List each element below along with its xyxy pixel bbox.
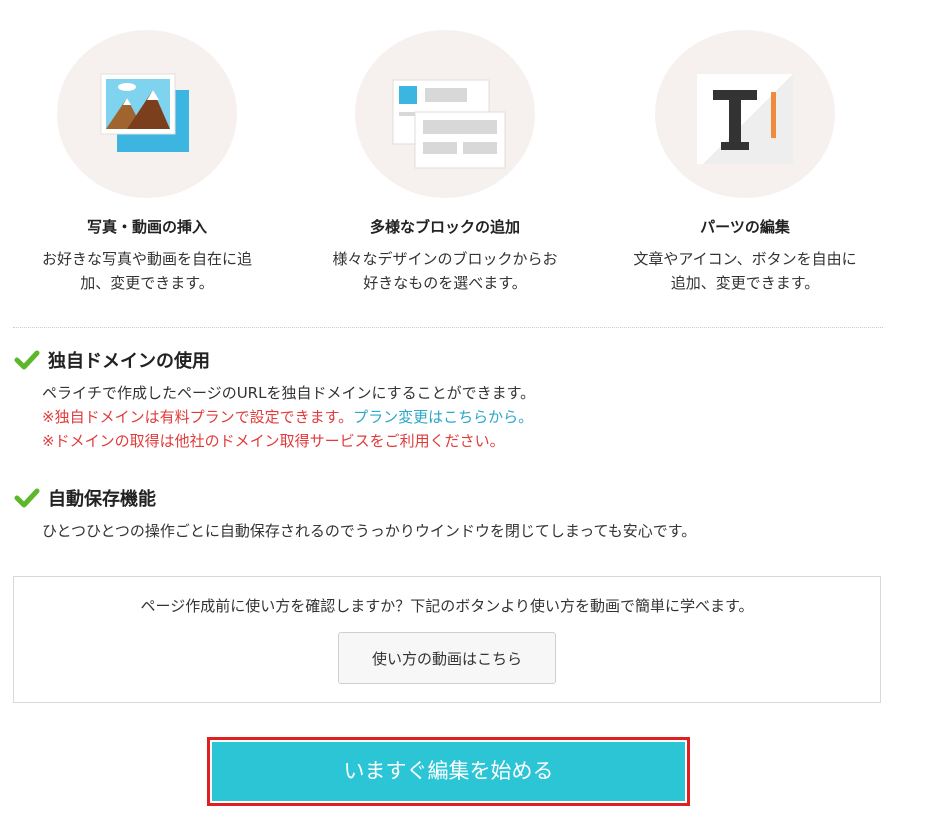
autosave-section: 自動保存機能 ひとつひとつの操作ごとに自動保存されるのでうっかりウインドウを閉じ… [14, 483, 894, 543]
feature-title: パーツの編集 [700, 218, 790, 236]
text-edit-icon [697, 74, 793, 164]
start-editing-button[interactable]: いますぐ編集を始める [212, 742, 685, 801]
feature-blocks: 多様なブロックの追加 様々なデザインのブロックからお 好きなものを選べます。 [300, 30, 590, 295]
checkmark-icon [14, 488, 40, 508]
howto-text: ページ作成前に使い方を確認しますか？下記のボタンより使い方を動画で簡単に学べます… [140, 597, 754, 615]
feature-parts-edit: パーツの編集 文章やアイコン、ボタンを自由に 追加、変更できます。 [600, 30, 890, 295]
howto-video-button[interactable]: 使い方の動画はこちら [338, 632, 556, 684]
checkmark-icon [14, 350, 40, 370]
plan-change-link[interactable]: プラン変更はこちらから。 [353, 408, 533, 426]
section-body: ひとつひとつの操作ごとに自動保存されるのでうっかりウインドウを閉じてしまっても安… [42, 522, 697, 540]
image-icon [100, 73, 189, 152]
feature-desc: 文章やアイコン、ボタンを自由に 追加、変更できます。 [633, 250, 857, 292]
feature-icon-circle [57, 30, 237, 198]
paid-plan-note: ※独自ドメインは有料プランで設定できます。 [42, 408, 354, 426]
feature-desc: お好きな写真や動画を自在に追 加、変更できます。 [41, 250, 252, 292]
section-title: 自動保存機能 [48, 489, 156, 510]
custom-domain-section: 独自ドメインの使用 ペライチで作成したページのURLを独自ドメインにすることがで… [14, 345, 894, 453]
feature-icon-circle [655, 30, 835, 198]
feature-title: 多様なブロックの追加 [369, 218, 520, 236]
domain-acquire-note: ※ドメインの取得は他社のドメイン取得サービスをご利用ください。 [42, 432, 505, 450]
feature-photo-video: 写真・動画の挿入 お好きな写真や動画を自在に追 加、変更できます。 [2, 30, 292, 295]
feature-title: 写真・動画の挿入 [86, 218, 207, 236]
features-section: 写真・動画の挿入 お好きな写真や動画を自在に追 加、変更できます。 多様なブロッ… [0, 0, 897, 310]
blocks-icon [392, 79, 506, 169]
section-body: ペライチで作成したページのURLを独自ドメインにすることができます。 ※独自ドメ… [42, 381, 894, 453]
howto-video-box: ページ作成前に使い方を確認しますか？下記のボタンより使い方を動画で簡単に学べます… [13, 576, 881, 703]
feature-icon-circle [355, 30, 535, 198]
section-title: 独自ドメインの使用 [48, 351, 210, 372]
feature-desc: 様々なデザインのブロックからお 好きなものを選べます。 [332, 250, 558, 292]
start-editing-highlight: いますぐ編集を始める [207, 737, 690, 806]
divider [13, 327, 883, 328]
